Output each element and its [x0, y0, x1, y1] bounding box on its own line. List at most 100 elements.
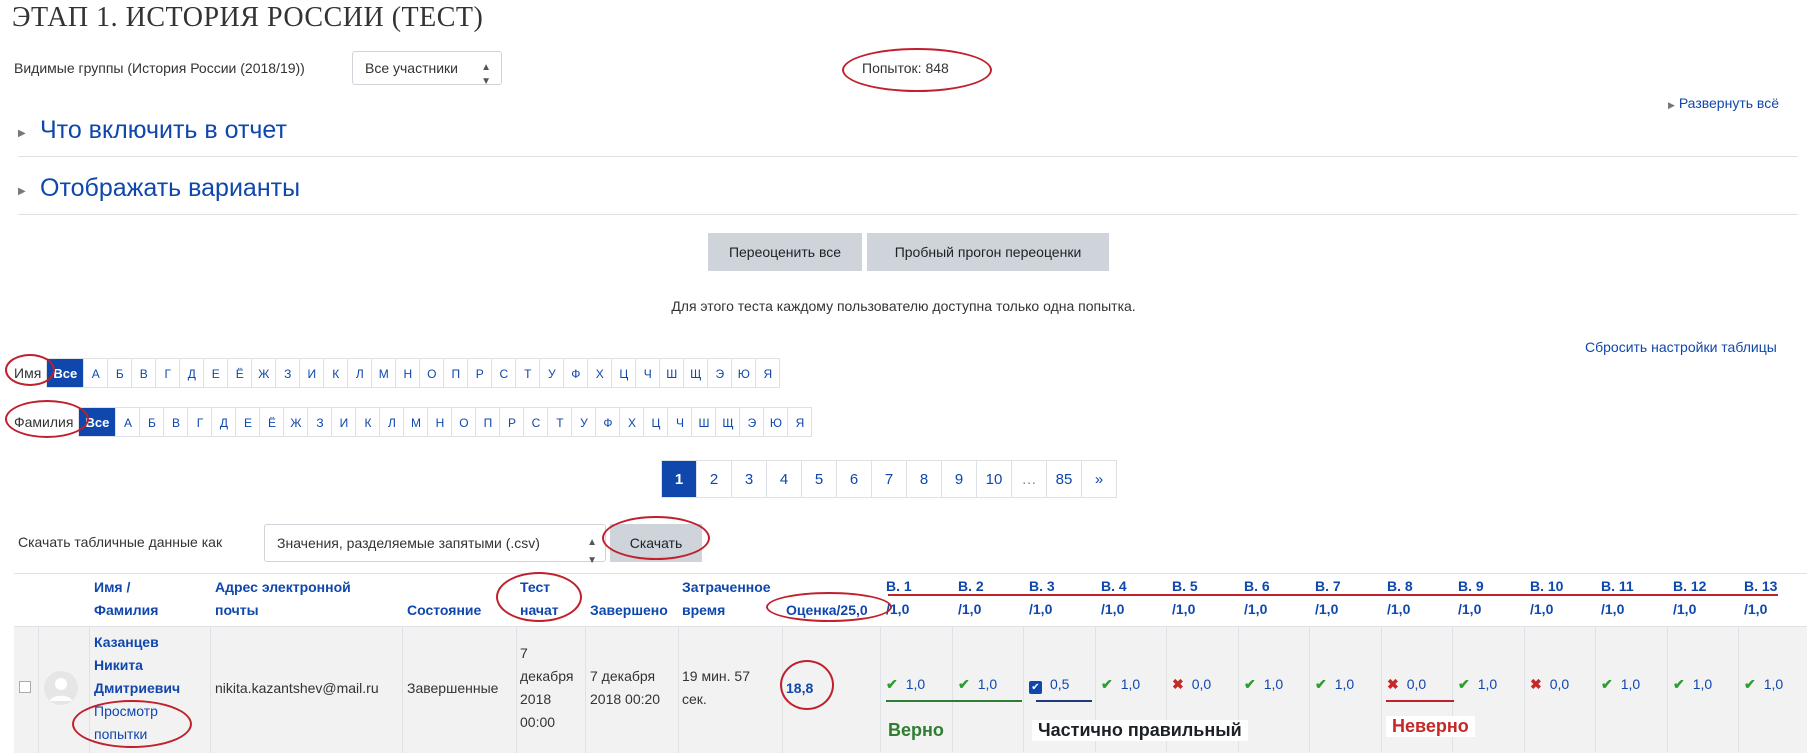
col-state-header[interactable]: Состояние	[407, 599, 481, 622]
initial-letter[interactable]: С	[523, 407, 549, 437]
expand-all-link[interactable]: ▶ Развернуть всё	[1668, 95, 1779, 111]
initial-letter[interactable]: Н	[427, 407, 453, 437]
initial-letter[interactable]: Я	[755, 358, 781, 388]
initial-letter[interactable]: Ё	[227, 358, 253, 388]
initial-letter[interactable]: Ж	[283, 407, 309, 437]
page-link[interactable]: 9	[941, 460, 977, 498]
initial-letter[interactable]: Ш	[659, 358, 685, 388]
col-time-header-1[interactable]: Затраченное	[682, 576, 771, 599]
question-mark-cell[interactable]: ✖ 0,0	[1172, 676, 1211, 693]
initial-letter[interactable]: В	[163, 407, 189, 437]
initial-letter[interactable]: У	[539, 358, 565, 388]
initial-letter[interactable]: З	[307, 407, 333, 437]
question-mark-cell[interactable]: ✔ 1,0	[1315, 676, 1354, 693]
initial-letter[interactable]: Г	[155, 358, 181, 388]
page-link[interactable]: 10	[976, 460, 1012, 498]
section-display[interactable]: ▶ Отображать варианты	[18, 170, 1798, 215]
next-page-link[interactable]: »	[1081, 460, 1117, 498]
question-mark-cell[interactable]: ✔ 1,0	[1744, 676, 1783, 693]
question-mark-cell[interactable]: ✖ 0,0	[1530, 676, 1569, 693]
question-mark-cell[interactable]: ✔ 1,0	[1601, 676, 1640, 693]
initial-letter[interactable]: Д	[179, 358, 205, 388]
initial-letter[interactable]: У	[571, 407, 597, 437]
initial-letter[interactable]: Я	[787, 407, 813, 437]
initial-letter[interactable]: Э	[739, 407, 765, 437]
page-link[interactable]: 2	[696, 460, 732, 498]
page-link[interactable]: 6	[836, 460, 872, 498]
user-name[interactable]: Казанцев Никита Дмитриевич	[94, 631, 180, 700]
initial-letter[interactable]: Т	[515, 358, 541, 388]
initial-letter[interactable]: Щ	[715, 407, 741, 437]
col-email-header-2[interactable]: почты	[215, 599, 259, 622]
initial-letter[interactable]: П	[475, 407, 501, 437]
initial-letter[interactable]: В	[131, 358, 157, 388]
section-include[interactable]: ▶ Что включить в отчет	[18, 112, 1798, 157]
initial-letter[interactable]: И	[299, 358, 325, 388]
page-link[interactable]: 85	[1046, 460, 1082, 498]
initial-letter[interactable]: Ю	[763, 407, 789, 437]
regrade-all-button[interactable]: Переоценить все	[708, 233, 862, 271]
download-format-select[interactable]: Значения, разделяемые запятыми (.csv) ▲ ▼	[264, 524, 606, 566]
initial-letter[interactable]: Ц	[611, 358, 637, 388]
question-mark-cell[interactable]: ✔ 1,0	[1244, 676, 1283, 693]
question-mark-cell[interactable]: ✔ 0,5	[1029, 676, 1069, 694]
initial-letter[interactable]: Л	[379, 407, 405, 437]
initial-letter[interactable]: Ч	[635, 358, 661, 388]
page-link[interactable]: 1	[661, 460, 697, 498]
reset-table-link[interactable]: Сбросить настройки таблицы	[1585, 339, 1777, 355]
initial-letter[interactable]: М	[403, 407, 429, 437]
question-mark-cell[interactable]: ✔ 1,0	[886, 676, 925, 693]
col-email-header-1[interactable]: Адрес электронной	[215, 576, 351, 599]
page-link[interactable]: 8	[906, 460, 942, 498]
initial-letter[interactable]: Ч	[667, 407, 693, 437]
col-finished-header[interactable]: Завершено	[590, 599, 668, 622]
avatar[interactable]	[44, 671, 78, 705]
page-link[interactable]: 5	[801, 460, 837, 498]
initial-letter[interactable]: Р	[499, 407, 525, 437]
col-name-header-1[interactable]: Имя /	[94, 576, 130, 599]
initial-letter[interactable]: Ф	[563, 358, 589, 388]
col-name-header-2[interactable]: Фамилия	[94, 599, 158, 622]
initial-letter[interactable]: Е	[203, 358, 229, 388]
initial-letter[interactable]: Б	[139, 407, 165, 437]
initial-letter[interactable]: Р	[467, 358, 493, 388]
initial-letter[interactable]: Т	[547, 407, 573, 437]
initial-letter[interactable]: С	[491, 358, 517, 388]
question-mark-cell[interactable]: ✔ 1,0	[1101, 676, 1140, 693]
initial-letter[interactable]: Ё	[259, 407, 285, 437]
initial-letter[interactable]: О	[451, 407, 477, 437]
initial-letter[interactable]: Н	[395, 358, 421, 388]
initial-letter[interactable]: П	[443, 358, 469, 388]
initial-letter[interactable]: И	[331, 407, 357, 437]
initial-letter[interactable]: Ю	[731, 358, 757, 388]
question-mark-cell[interactable]: ✔ 1,0	[1458, 676, 1497, 693]
initial-letter[interactable]: Э	[707, 358, 733, 388]
initial-letter[interactable]: Д	[211, 407, 237, 437]
initial-letter[interactable]: Х	[619, 407, 645, 437]
regrade-dry-run-button[interactable]: Пробный прогон переоценки	[867, 233, 1109, 271]
col-time-header-2[interactable]: время	[682, 599, 725, 622]
initial-letter[interactable]: Е	[235, 407, 261, 437]
question-mark-cell[interactable]: ✔ 1,0	[958, 676, 997, 693]
initial-letter[interactable]: Л	[347, 358, 373, 388]
initial-letter[interactable]: А	[83, 358, 109, 388]
initial-letter[interactable]: К	[323, 358, 349, 388]
initial-letter[interactable]: Ф	[595, 407, 621, 437]
initial-letter[interactable]: К	[355, 407, 381, 437]
initial-letter[interactable]: З	[275, 358, 301, 388]
question-mark-cell[interactable]: ✖ 0,0	[1387, 676, 1426, 693]
initial-letter[interactable]: Б	[107, 358, 133, 388]
initial-letter[interactable]: А	[115, 407, 141, 437]
initial-letter[interactable]: Х	[587, 358, 613, 388]
initial-letter[interactable]: О	[419, 358, 445, 388]
initial-letter[interactable]: Ш	[691, 407, 717, 437]
page-link[interactable]: 7	[871, 460, 907, 498]
question-mark-cell[interactable]: ✔ 1,0	[1673, 676, 1712, 693]
initial-letter[interactable]: Г	[187, 407, 213, 437]
groups-select[interactable]: Все участники ▲ ▼	[352, 51, 502, 87]
initial-letter[interactable]: Ц	[643, 407, 669, 437]
row-checkbox[interactable]	[19, 681, 31, 693]
page-link[interactable]: 4	[766, 460, 802, 498]
initial-letter[interactable]: М	[371, 358, 397, 388]
initial-letter[interactable]: Ж	[251, 358, 277, 388]
